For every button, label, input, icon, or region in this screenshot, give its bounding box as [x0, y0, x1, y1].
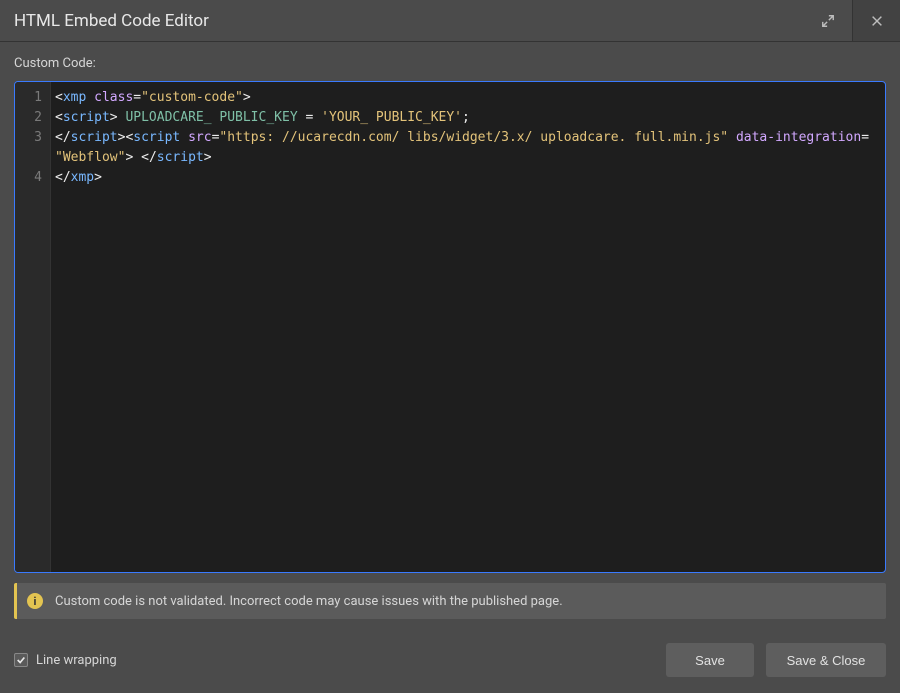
modal-title: HTML Embed Code Editor [0, 0, 804, 41]
code-textarea[interactable]: <xmp class="custom-code"><script> UPLOAD… [51, 82, 885, 572]
line-number-gutter: 123 4 [15, 82, 51, 572]
warning-text: Custom code is not validated. Incorrect … [55, 594, 563, 609]
close-icon [870, 14, 884, 28]
checkmark-icon [16, 655, 26, 665]
info-icon: i [27, 593, 43, 609]
code-line: <script> UPLOADCARE_ PUBLIC_KEY = 'YOUR_… [55, 108, 879, 128]
line-wrapping-checkbox[interactable] [14, 653, 28, 667]
expand-button[interactable] [804, 0, 852, 41]
warning-bar: i Custom code is not validated. Incorrec… [14, 583, 886, 619]
line-wrapping-label: Line wrapping [36, 653, 117, 668]
expand-icon [821, 14, 835, 28]
line-number: 4 [15, 168, 50, 188]
save-button[interactable]: Save [666, 643, 754, 677]
modal-body: Custom Code: 123 4 <xmp class="custom-co… [0, 42, 900, 633]
code-line: </script><script src="https: //ucarecdn.… [55, 128, 879, 168]
modal-header: HTML Embed Code Editor [0, 0, 900, 42]
header-actions [804, 0, 900, 41]
modal-footer: Line wrapping Save Save & Close [0, 633, 900, 693]
line-number: 3 [15, 128, 50, 148]
code-editor[interactable]: 123 4 <xmp class="custom-code"><script> … [14, 81, 886, 573]
close-button[interactable] [852, 0, 900, 41]
line-number [15, 148, 50, 168]
line-number: 1 [15, 88, 50, 108]
footer-buttons: Save Save & Close [666, 643, 886, 677]
line-wrapping-option[interactable]: Line wrapping [14, 653, 666, 668]
code-line: <xmp class="custom-code"> [55, 88, 879, 108]
code-line: </xmp> [55, 168, 879, 188]
save-and-close-button[interactable]: Save & Close [766, 643, 886, 677]
custom-code-label: Custom Code: [14, 56, 886, 71]
html-embed-modal: HTML Embed Code Editor Custom Code: 123 … [0, 0, 900, 693]
line-number: 2 [15, 108, 50, 128]
